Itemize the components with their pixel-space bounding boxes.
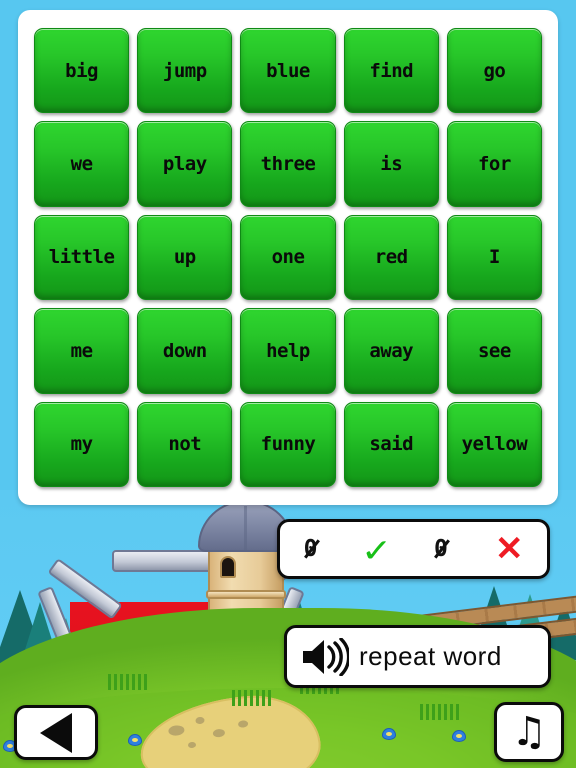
word-tile-away[interactable]: away [343,308,439,394]
cross-icon: ✕ [494,530,524,568]
word-grid-panel: big jump blue find go we play three is f… [18,10,558,505]
word-tile-label: down [162,339,207,362]
check-icon: ✓ [362,527,389,571]
word-tile-little[interactable]: little [34,214,130,301]
music-button[interactable]: ♫ [494,702,564,762]
word-tile-label: away [369,339,414,362]
word-tile-we[interactable]: we [34,121,130,207]
flower [452,730,466,742]
word-tile-label: for [477,153,511,176]
word-tile-label: big [65,59,98,82]
app-root: big jump blue find go we play three is f… [0,0,576,768]
word-tile-label: said [369,433,414,456]
grass-tuft [232,690,274,706]
word-tile-label: jump [162,59,207,82]
word-grid: big jump blue find go we play three is f… [34,28,542,487]
word-tile-me[interactable]: me [34,308,130,394]
word-tile-label: yellow [461,433,528,456]
word-tile-label: blue [266,59,310,82]
repeat-word-button[interactable]: repeat word [284,625,551,688]
word-tile-label: three [260,153,316,176]
word-tile-my[interactable]: my [34,401,130,487]
pebble [195,716,205,725]
flower [382,728,396,740]
word-tile-up[interactable]: up [137,214,233,301]
flower [128,734,142,746]
word-tile-label: my [70,433,93,456]
word-tile-one[interactable]: one [240,214,336,301]
word-tile-label: one [271,246,305,269]
pebble [167,724,185,737]
word-tile-is[interactable]: is [343,121,439,207]
word-tile-for[interactable]: for [446,121,542,207]
grass-tuft [108,674,150,690]
back-triangle-icon [40,712,72,753]
word-tile-big[interactable]: big [34,28,130,114]
word-tile-label: red [374,246,408,269]
word-tile-label: play [162,153,207,176]
word-tile-three[interactable]: three [240,121,336,207]
word-tile-down[interactable]: down [137,308,233,394]
word-tile-red[interactable]: red [343,214,439,301]
incorrect-count: 0 [433,536,448,562]
word-tile-not[interactable]: not [137,401,233,487]
word-tile-label: go [483,59,506,82]
word-tile-label: me [70,339,93,362]
word-tile-yellow[interactable]: yellow [446,401,542,487]
word-tile-label: I [488,246,500,269]
word-tile-label: we [70,153,93,176]
back-button[interactable] [14,705,98,760]
word-tile-jump[interactable]: jump [137,28,233,114]
word-tile-label: find [369,59,414,82]
word-tile-label: not [168,433,202,456]
word-tile-said[interactable]: said [343,401,439,487]
pebble [212,728,226,738]
word-tile-funny[interactable]: funny [240,401,336,487]
word-tile-help[interactable]: help [240,308,336,394]
word-tile-label: little [48,246,115,269]
silo-band [206,590,286,599]
word-tile-label: funny [260,433,316,456]
word-tile-go[interactable]: go [446,28,542,114]
silo-window [220,556,236,578]
word-tile-find[interactable]: find [343,28,439,114]
repeat-word-label: repeat word [359,641,502,671]
music-note-icon: ♫ [511,709,547,755]
word-tile-i[interactable]: I [446,214,542,301]
word-tile-see[interactable]: see [446,308,542,394]
word-tile-label: is [380,153,403,176]
word-tile-blue[interactable]: blue [240,28,336,114]
speaker-icon [301,636,351,677]
word-tile-label: see [477,339,511,362]
word-tile-play[interactable]: play [137,121,233,207]
word-tile-label: help [266,339,310,362]
pebble [237,720,249,729]
word-tile-label: up [173,246,196,269]
pebble [187,741,197,749]
correct-count: 0 [303,536,318,562]
score-panel: 0 ✓ 0 ✕ [277,519,550,579]
grass-tuft [420,704,462,720]
